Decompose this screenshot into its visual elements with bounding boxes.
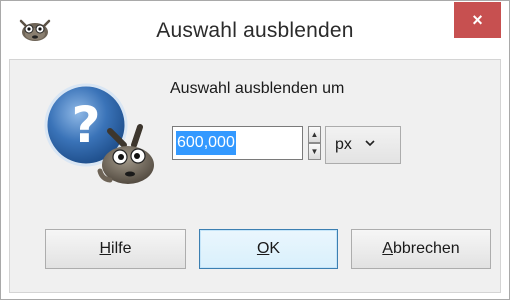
- help-button[interactable]: Hilfe: [45, 229, 186, 269]
- unit-dropdown[interactable]: px: [325, 126, 401, 164]
- prompt-label: Auswahl ausblenden um: [170, 80, 345, 97]
- increment-button[interactable]: ▲: [308, 126, 321, 143]
- cancel-mnemonic: A: [382, 240, 393, 257]
- help-mnemonic: H: [99, 240, 112, 257]
- ok-mnemonic: O: [256, 240, 270, 257]
- title-bar[interactable]: Auswahl ausblenden ×: [1, 1, 509, 59]
- gimp-wilber-icon: [19, 19, 51, 41]
- ok-button[interactable]: OK: [199, 229, 338, 269]
- cancel-label-rest: bbrechen: [392, 240, 460, 257]
- cancel-button[interactable]: Abbrechen: [351, 229, 491, 269]
- amount-input[interactable]: [172, 126, 303, 160]
- window-title: Auswahl ausblenden: [156, 19, 354, 42]
- decrement-button[interactable]: ▼: [308, 143, 321, 160]
- close-icon: ×: [472, 10, 483, 30]
- svg-text:?: ?: [71, 96, 100, 154]
- dialog-window: Auswahl ausblenden × ? Auswahl ausblende…: [0, 0, 510, 300]
- help-label-rest: ilfe: [111, 240, 132, 257]
- arrow-down-icon: ▼: [310, 146, 319, 156]
- amount-stepper: ▲ ▼: [308, 126, 321, 160]
- dialog-content: ? Auswahl ausblenden um 600,000 ▲ ▼ px: [9, 59, 501, 293]
- question-wilber-icon: ?: [44, 83, 154, 184]
- arrow-up-icon: ▲: [310, 129, 319, 139]
- close-button[interactable]: ×: [454, 2, 501, 38]
- chevron-down-icon: [365, 140, 375, 147]
- unit-value: px: [335, 136, 352, 153]
- ok-label-rest: K: [269, 240, 281, 257]
